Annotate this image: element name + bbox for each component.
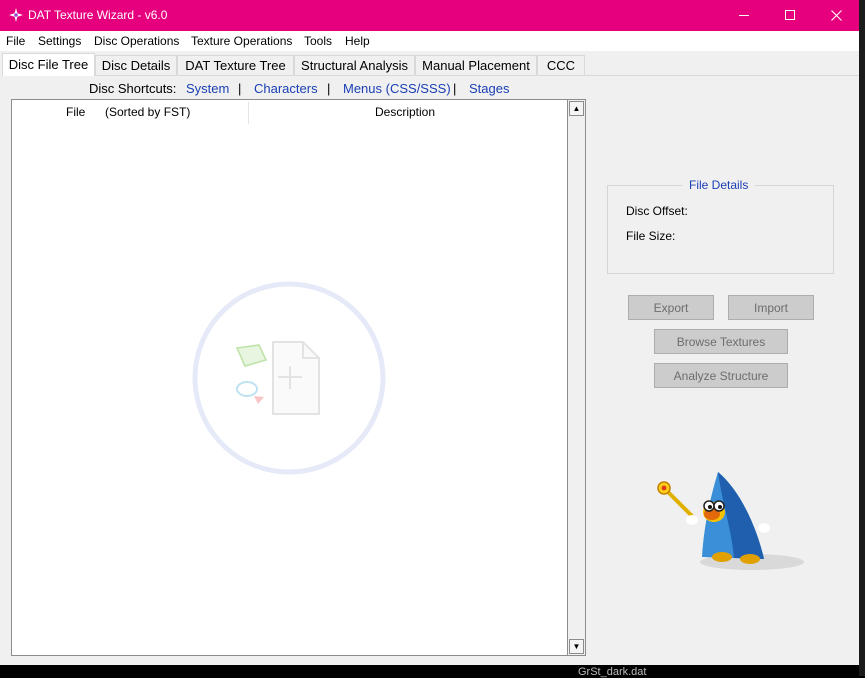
browse-textures-button[interactable]: Browse Textures: [654, 329, 788, 354]
column-header-description[interactable]: Description: [375, 105, 435, 119]
background-file-label: GrSt_dark.dat: [578, 666, 647, 678]
shortcut-separator: |: [327, 81, 331, 96]
shortcut-stages-link[interactable]: Stages: [469, 81, 509, 96]
menu-file[interactable]: File: [6, 34, 25, 48]
menu-help[interactable]: Help: [345, 34, 370, 48]
file-details-title: File Details: [682, 178, 756, 192]
menu-settings[interactable]: Settings: [38, 34, 81, 48]
shortcut-system-link[interactable]: System: [186, 81, 229, 96]
export-button[interactable]: Export: [628, 295, 714, 320]
menu-bar: File Settings Disc Operations Texture Op…: [0, 31, 859, 51]
tab-disc-file-tree[interactable]: Disc File Tree: [2, 53, 95, 76]
star-icon: [9, 8, 23, 22]
column-divider[interactable]: [248, 102, 249, 124]
tab-disc-details[interactable]: Disc Details: [95, 55, 177, 75]
wizard-mascot-icon: [657, 472, 804, 570]
disc-offset-label: Disc Offset:: [626, 204, 688, 218]
disc-shortcuts-label: Disc Shortcuts:: [89, 81, 177, 96]
tab-divider: [95, 75, 859, 76]
menu-tools[interactable]: Tools: [304, 34, 332, 48]
shortcut-menus-link[interactable]: Menus (CSS/SSS): [343, 81, 451, 96]
title-bar[interactable]: DAT Texture Wizard - v6.0: [0, 0, 859, 31]
column-header-sorted[interactable]: (Sorted by FST): [105, 105, 190, 119]
minimize-icon: [738, 15, 749, 16]
import-button[interactable]: Import: [728, 295, 814, 320]
menu-texture-operations[interactable]: Texture Operations: [191, 34, 292, 48]
column-header-file[interactable]: File: [66, 105, 85, 119]
shortcut-separator: |: [453, 81, 457, 96]
analyze-structure-button[interactable]: Analyze Structure: [654, 363, 788, 388]
tab-ccc[interactable]: CCC: [537, 55, 585, 75]
scroll-up-icon[interactable]: ▲: [569, 101, 584, 116]
close-button[interactable]: [813, 0, 859, 31]
menu-disc-operations[interactable]: Disc Operations: [94, 34, 179, 48]
add-file-icon[interactable]: [191, 279, 391, 479]
tab-structural-analysis[interactable]: Structural Analysis: [294, 55, 415, 75]
minimize-button[interactable]: [721, 0, 767, 31]
disc-file-tree[interactable]: File (Sorted by FST) Description: [11, 99, 568, 656]
close-icon: [830, 10, 842, 21]
app-window: DAT Texture Wizard - v6.0 File Settings …: [0, 0, 860, 665]
file-details-panel: File Details Disc Offset: File Size:: [607, 178, 834, 274]
window-title: DAT Texture Wizard - v6.0: [28, 8, 168, 22]
tab-dat-texture-tree[interactable]: DAT Texture Tree: [177, 55, 294, 75]
maximize-icon: [784, 10, 795, 20]
maximize-button[interactable]: [767, 0, 813, 31]
shortcut-separator: |: [238, 81, 242, 96]
scroll-down-icon[interactable]: ▼: [569, 639, 584, 654]
tab-manual-placement[interactable]: Manual Placement: [415, 55, 537, 75]
desktop-edge: [859, 0, 865, 676]
file-size-label: File Size:: [626, 229, 676, 243]
shortcut-characters-link[interactable]: Characters: [254, 81, 318, 96]
tree-scrollbar[interactable]: ▲ ▼: [568, 99, 586, 656]
tab-bar: Disc File Tree Disc Details DAT Texture …: [0, 53, 859, 76]
